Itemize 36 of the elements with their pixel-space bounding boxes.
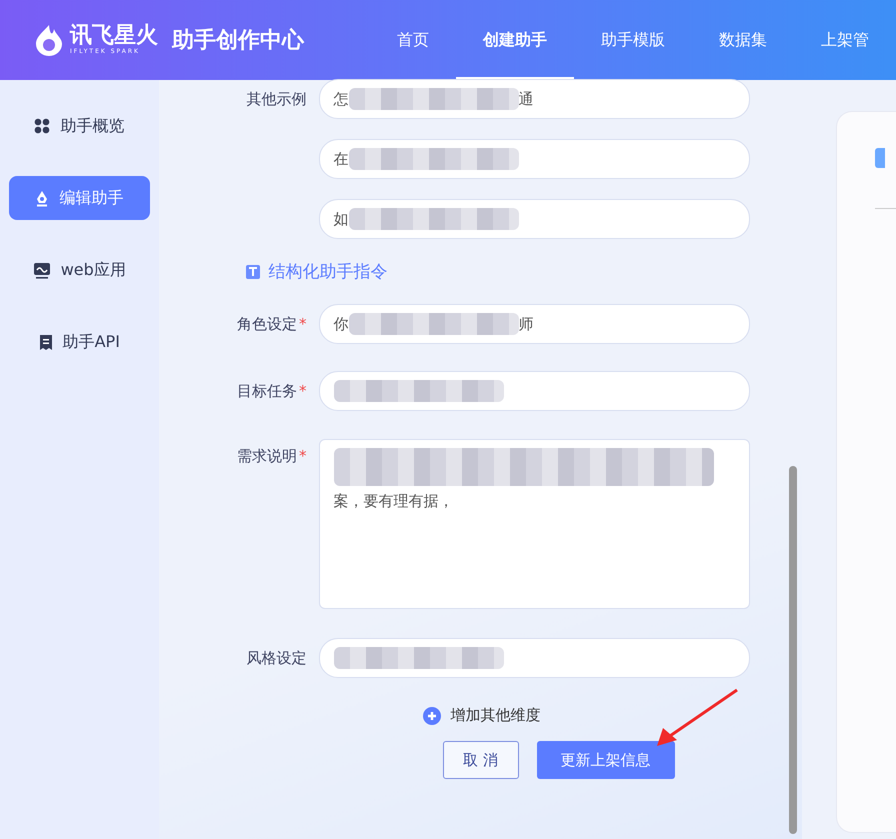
required-mark: * — [299, 447, 306, 466]
nav-tab[interactable]: 首页 — [370, 0, 456, 80]
field-label: 其他示例 — [246, 90, 308, 108]
section-title: 结构化助手指令 — [268, 261, 388, 283]
input-field[interactable]: 怎 通 — [318, 79, 750, 119]
required-mark: * — [299, 382, 306, 400]
pen-nib-icon — [35, 190, 50, 206]
input-field[interactable] — [318, 371, 750, 411]
field-label: 需求说明 — [237, 447, 297, 466]
tag-chip — [875, 148, 886, 168]
text-area[interactable]: 案，要有理有据， — [318, 439, 750, 609]
grid-icon — [34, 118, 50, 134]
plus-circle-icon — [422, 706, 440, 724]
add-dimension-link[interactable]: 增加其他维度 — [422, 706, 540, 725]
sidebar-item[interactable]: 助手概览 — [9, 104, 150, 148]
monitor-icon — [32, 262, 51, 278]
scrollbar-thumb[interactable] — [789, 466, 798, 834]
field-label: 目标任务 — [237, 382, 297, 400]
input-field[interactable] — [318, 638, 750, 678]
nav-tab[interactable]: 创建助手 — [456, 0, 574, 80]
sidebar-item[interactable]: 编辑助手 — [9, 176, 150, 220]
required-mark: * — [299, 314, 306, 334]
sidebar-item[interactable]: web应用 — [9, 248, 150, 292]
nav-tab[interactable]: 助手模版 — [574, 0, 692, 80]
field-label: 角色设定 — [237, 314, 297, 334]
text-format-icon — [244, 264, 260, 280]
sidebar-item[interactable]: 助手API — [9, 320, 150, 364]
update-listing-button[interactable]: 更新上架信息 — [536, 741, 674, 779]
cancel-button[interactable]: 取 消 — [442, 741, 518, 779]
input-field[interactable]: 你 师 — [318, 304, 750, 344]
brand-name: 讯飞星火 — [70, 24, 158, 48]
input-field[interactable]: 在 — [318, 139, 750, 179]
input-field[interactable]: 如 — [318, 199, 750, 239]
app-title: 助手创作中心 — [172, 26, 304, 55]
document-icon — [38, 334, 53, 350]
field-label: 风格设定 — [246, 648, 306, 668]
